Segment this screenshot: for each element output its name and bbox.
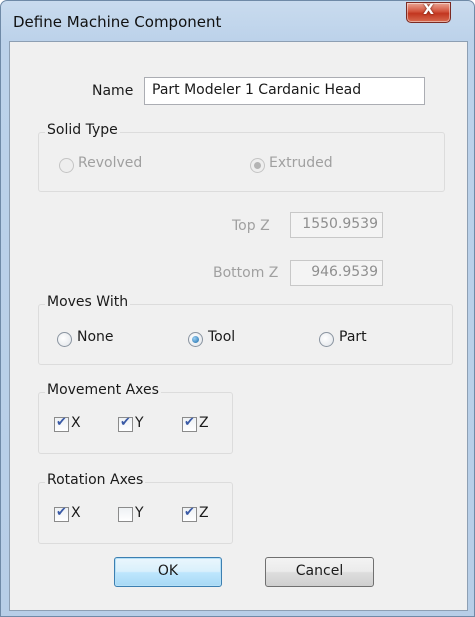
checkbox-movement-x[interactable]: ✔ <box>54 415 69 432</box>
dialog-client-area: Name Part Modeler 1 Cardanic Head Solid … <box>9 41 468 611</box>
checkbox-rotation-x[interactable]: ✔ <box>54 505 69 522</box>
close-icon: X <box>423 2 434 18</box>
window-title: Define Machine Component <box>13 13 222 31</box>
close-button[interactable]: X <box>406 2 451 23</box>
none-label: None <box>77 329 114 345</box>
tool-label: Tool <box>208 329 236 345</box>
checkbox-movement-z[interactable]: ✔ <box>182 415 197 432</box>
name-label: Name <box>92 83 134 99</box>
bottom-z-label: Bottom Z <box>213 265 279 281</box>
top-z-input[interactable]: 1550.9539 <box>290 212 383 238</box>
checkmark-icon: ✔ <box>56 415 67 430</box>
rotation-z-label: Z <box>199 505 209 521</box>
movement-y-label: Y <box>135 415 144 431</box>
title-bar[interactable]: Define Machine Component X <box>1 1 474 34</box>
radio-none[interactable] <box>57 332 72 347</box>
checkmark-icon: ✔ <box>184 415 195 430</box>
checkbox-rotation-z[interactable]: ✔ <box>182 505 197 522</box>
movement-z-label: Z <box>199 415 209 431</box>
ok-button[interactable]: OK <box>114 557 222 587</box>
bottom-z-input[interactable]: 946.9539 <box>290 260 383 286</box>
radio-selected-dot <box>254 162 261 169</box>
radio-revolved[interactable] <box>59 158 74 173</box>
radio-part[interactable] <box>319 332 334 347</box>
checkmark-icon: ✔ <box>56 505 67 520</box>
checkbox-movement-y[interactable]: ✔ <box>118 415 133 432</box>
revolved-label: Revolved <box>78 155 143 171</box>
radio-selected-dot <box>192 336 199 343</box>
radio-extruded[interactable] <box>250 158 265 173</box>
top-z-label: Top Z <box>232 218 270 234</box>
solid-type-caption: Solid Type <box>45 122 120 138</box>
name-input[interactable]: Part Modeler 1 Cardanic Head <box>144 77 425 105</box>
dialog-window: Define Machine Component X Name Part Mod… <box>0 0 475 617</box>
extruded-label: Extruded <box>269 155 333 171</box>
rotation-y-label: Y <box>135 505 144 521</box>
radio-tool[interactable] <box>188 332 203 347</box>
movement-x-label: X <box>71 415 81 431</box>
rotation-axes-caption: Rotation Axes <box>45 472 146 488</box>
rotation-x-label: X <box>71 505 81 521</box>
moves-with-caption: Moves With <box>45 294 131 310</box>
part-label: Part <box>339 329 367 345</box>
cancel-button[interactable]: Cancel <box>265 557 374 587</box>
checkmark-icon: ✔ <box>120 415 131 430</box>
movement-axes-caption: Movement Axes <box>45 382 161 398</box>
checkbox-rotation-y[interactable] <box>118 507 133 522</box>
checkmark-icon: ✔ <box>184 505 195 520</box>
